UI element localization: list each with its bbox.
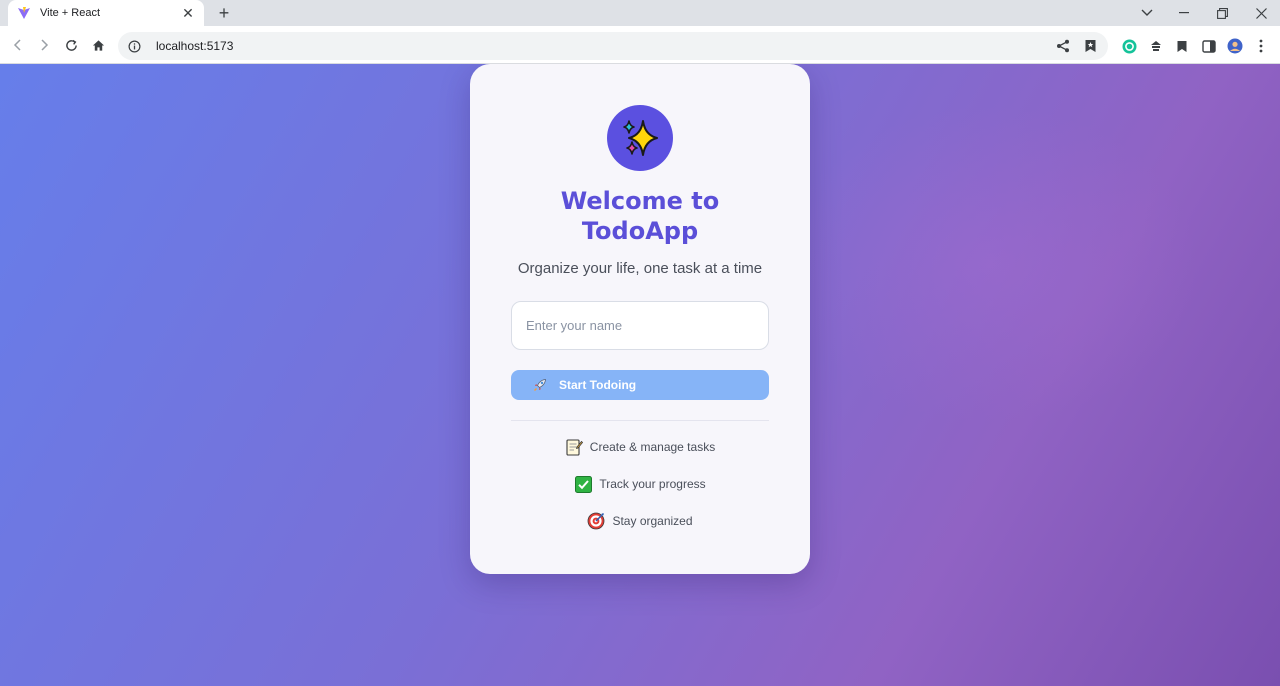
side-panel-icon[interactable] [1200, 37, 1218, 55]
tab-strip: Vite + React ✕ + [0, 0, 1280, 26]
rocket-icon [533, 378, 547, 392]
browser-tab[interactable]: Vite + React ✕ [8, 0, 204, 26]
app-logo [607, 105, 673, 171]
bookmark-star-icon[interactable] [1081, 37, 1099, 55]
reload-icon[interactable] [61, 35, 81, 55]
page-viewport: Welcome to TodoApp Organize your life, o… [0, 64, 1280, 686]
start-todoing-button[interactable]: Start Todoing [511, 370, 769, 400]
title-line-2: TodoApp [581, 217, 699, 245]
close-window-icon[interactable] [1242, 0, 1280, 26]
memo-icon [565, 438, 583, 456]
welcome-card: Welcome to TodoApp Organize your life, o… [470, 64, 810, 574]
feature-item: Create & manage tasks [470, 438, 810, 456]
share-icon[interactable] [1054, 37, 1072, 55]
extension-icon[interactable] [1147, 37, 1165, 55]
back-icon[interactable] [8, 35, 28, 55]
minimize-icon[interactable] [1165, 0, 1203, 26]
feature-label: Create & manage tasks [589, 440, 716, 454]
title-line-1: Welcome to [560, 187, 720, 215]
vite-favicon-icon [16, 5, 32, 21]
sparkles-icon [623, 120, 658, 156]
site-info-icon[interactable] [126, 38, 142, 54]
start-button-label: Start Todoing [559, 378, 637, 392]
feature-label: Track your progress [599, 477, 706, 491]
profile-avatar-icon[interactable] [1226, 37, 1244, 55]
target-icon [587, 512, 605, 530]
check-box-icon [574, 475, 592, 493]
tab-title: Vite + React [40, 7, 101, 19]
url-text: localhost:5173 [156, 39, 234, 53]
new-tab-icon[interactable]: + [214, 3, 234, 23]
home-icon[interactable] [88, 35, 108, 55]
divider [511, 420, 769, 421]
feature-item: Stay organized [470, 512, 810, 530]
browser-menu-icon[interactable] [1252, 37, 1270, 55]
grammarly-extension-icon[interactable] [1120, 37, 1138, 55]
forward-icon[interactable] [34, 35, 54, 55]
restore-icon[interactable] [1203, 0, 1241, 26]
browser-toolbar: localhost:5173 [0, 26, 1280, 64]
page-subtitle: Organize your life, one task at a time [517, 260, 763, 277]
name-input[interactable] [511, 301, 769, 350]
reading-list-icon[interactable] [1173, 37, 1191, 55]
tab-search-icon[interactable] [1128, 0, 1166, 26]
address-bar[interactable]: localhost:5173 [118, 32, 1108, 60]
close-tab-icon[interactable]: ✕ [180, 5, 196, 21]
feature-label: Stay organized [612, 514, 693, 528]
page-title: Welcome to TodoApp [470, 186, 810, 246]
feature-item: Track your progress [470, 475, 810, 493]
